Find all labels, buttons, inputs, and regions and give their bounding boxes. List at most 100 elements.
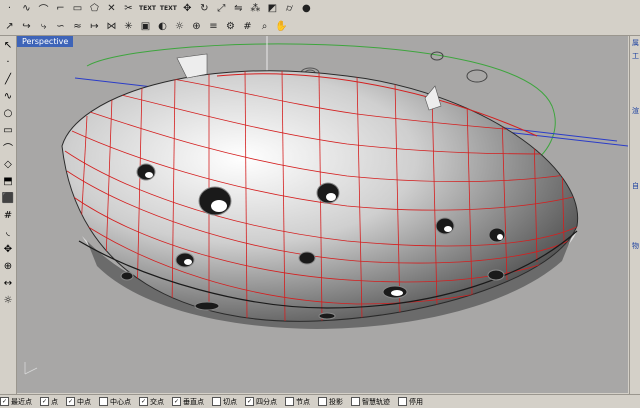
checkbox[interactable]: ✓ bbox=[40, 397, 49, 406]
point-icon[interactable]: · bbox=[2, 1, 17, 16]
bg-hole bbox=[466, 69, 488, 83]
perspective-viewport[interactable]: Perspective bbox=[17, 36, 628, 393]
checkbox[interactable]: ✓ bbox=[172, 397, 181, 406]
snap-label: 投影 bbox=[329, 397, 343, 406]
checkbox[interactable] bbox=[99, 397, 108, 406]
properties-icon[interactable]: ⚙ bbox=[223, 19, 238, 34]
snap-label: 停用 bbox=[409, 397, 423, 406]
snap-intersection[interactable]: ✓ 交点 bbox=[139, 397, 164, 407]
snap-disable[interactable]: 停用 bbox=[398, 397, 423, 407]
render-icon[interactable]: ☼ bbox=[1, 293, 15, 307]
panel-label-render[interactable]: 渲 bbox=[632, 106, 639, 116]
panel-label-object[interactable]: 物 bbox=[632, 241, 639, 251]
snap-tangent[interactable]: 切点 bbox=[212, 397, 237, 407]
snap-label: 交点 bbox=[150, 397, 164, 406]
arc-icon[interactable]: ⌒ bbox=[36, 1, 51, 16]
snap-label: 中心点 bbox=[110, 397, 131, 406]
select-icon[interactable]: ↖ bbox=[1, 38, 15, 52]
top-fin bbox=[176, 53, 208, 79]
pan-icon[interactable]: ✋ bbox=[274, 19, 289, 34]
checkbox[interactable]: ✓ bbox=[0, 397, 9, 406]
blend-icon[interactable]: ∽ bbox=[53, 19, 68, 34]
fillet-icon[interactable]: ◟ bbox=[1, 225, 15, 239]
box-icon[interactable]: ◩ bbox=[265, 1, 280, 16]
trim-icon[interactable]: ✂ bbox=[121, 1, 136, 16]
mirror-icon[interactable]: ⇋ bbox=[231, 1, 246, 16]
polygon-icon[interactable]: ⬠ bbox=[87, 1, 102, 16]
offset-icon[interactable]: ≈ bbox=[70, 19, 85, 34]
dimension-icon[interactable]: ↔ bbox=[1, 276, 15, 290]
checkbox[interactable] bbox=[285, 397, 294, 406]
snap-label: 垂直点 bbox=[183, 397, 204, 406]
sphere-icon[interactable]: ● bbox=[299, 1, 314, 16]
explode-icon[interactable]: ✳ bbox=[121, 19, 136, 34]
zoom-icon[interactable]: ⌕ bbox=[257, 19, 272, 34]
layer-icon[interactable]: ≡ bbox=[206, 19, 221, 34]
move-icon[interactable]: ✥ bbox=[180, 1, 195, 16]
extend-icon[interactable]: ↦ bbox=[87, 19, 102, 34]
checkbox[interactable]: ✓ bbox=[139, 397, 148, 406]
render-icon[interactable]: ☼ bbox=[172, 19, 187, 34]
snap-label: 智慧轨迹 bbox=[362, 397, 390, 406]
checkbox[interactable]: ✓ bbox=[245, 397, 254, 406]
split-icon[interactable]: ✕ bbox=[104, 1, 119, 16]
mesh-icon[interactable]: # bbox=[1, 208, 15, 222]
model-canvas[interactable] bbox=[17, 36, 628, 393]
analyze-icon[interactable]: ⊕ bbox=[189, 19, 204, 34]
snap-near[interactable]: ✓ 最近点 bbox=[0, 397, 32, 407]
curve-fillet-icon[interactable]: ⤷ bbox=[36, 19, 51, 34]
toolbar-top: · ∿ ⌒ ⌐ ▭ ⬠ ✕ ✂ TEXT TEXT ✥ ↻ ⤢ ⇋ ⁂ ◩ ⌭ … bbox=[0, 0, 640, 17]
curve-arc-icon[interactable]: ↪ bbox=[19, 19, 34, 34]
osnap-bar: ✓ 最近点 ✓ 点 ✓ 中点 中心点 ✓ 交点 ✓ 垂直点 切点 ✓ 四分点 节点 投影 智… bbox=[0, 394, 640, 408]
snap-mid[interactable]: ✓ 中点 bbox=[66, 397, 91, 407]
cylinder-icon[interactable]: ⌭ bbox=[282, 1, 297, 16]
extrude-icon[interactable]: ⬒ bbox=[1, 174, 15, 188]
analyze-icon[interactable]: ⊕ bbox=[1, 259, 15, 273]
checkbox[interactable] bbox=[318, 397, 327, 406]
snap-label: 切点 bbox=[223, 397, 237, 406]
panel-label-auto[interactable]: 自 bbox=[632, 181, 639, 191]
snap-label: 中点 bbox=[77, 397, 91, 406]
curve-icon[interactable]: ∿ bbox=[19, 1, 34, 16]
snap-center[interactable]: 中心点 bbox=[99, 397, 131, 407]
surface-icon[interactable]: ◇ bbox=[1, 157, 15, 171]
snap-quad[interactable]: ✓ 四分点 bbox=[245, 397, 277, 407]
curve-point-icon[interactable]: ↗ bbox=[2, 19, 17, 34]
panel-label-tools[interactable]: 工 bbox=[632, 51, 639, 61]
snap-label: 点 bbox=[51, 397, 58, 406]
viewport-title-tab[interactable]: Perspective bbox=[17, 36, 74, 47]
array-icon[interactable]: ⁂ bbox=[248, 1, 263, 16]
rect-icon[interactable]: ▭ bbox=[70, 1, 85, 16]
arc-icon[interactable]: ⌒ bbox=[1, 140, 15, 155]
snap-smarttrack[interactable]: 智慧轨迹 bbox=[351, 397, 390, 407]
panel-label-properties[interactable]: 属 bbox=[632, 38, 639, 48]
world-axis-icon bbox=[24, 362, 38, 375]
solid-icon[interactable]: ⬛ bbox=[1, 191, 15, 205]
text-object-button[interactable]: TEXT bbox=[159, 1, 178, 16]
snap-point[interactable]: ✓ 点 bbox=[40, 397, 58, 407]
snap-label: 最近点 bbox=[11, 397, 32, 406]
mesh-icon[interactable]: # bbox=[240, 19, 255, 34]
boolean-icon[interactable]: ◐ bbox=[155, 19, 170, 34]
right-panel: 属 工 渲 自 物 bbox=[629, 36, 640, 394]
join-icon[interactable]: ⋈ bbox=[104, 19, 119, 34]
polyline-icon[interactable]: ⌐ bbox=[53, 1, 68, 16]
checkbox[interactable] bbox=[212, 397, 221, 406]
snap-project[interactable]: 投影 bbox=[318, 397, 343, 407]
text-button[interactable]: TEXT bbox=[138, 1, 157, 16]
circle-icon[interactable]: ○ bbox=[1, 106, 15, 120]
line-icon[interactable]: ╱ bbox=[1, 72, 15, 86]
group-icon[interactable]: ▣ bbox=[138, 19, 153, 34]
rotate-icon[interactable]: ↻ bbox=[197, 1, 212, 16]
scale-icon[interactable]: ⤢ bbox=[214, 1, 229, 16]
toolbar-secondary: ↗ ↪ ⤷ ∽ ≈ ↦ ⋈ ✳ ▣ ◐ ☼ ⊕ ≡ ⚙ # ⌕ ✋ bbox=[0, 18, 640, 36]
curve-icon[interactable]: ∿ bbox=[1, 89, 15, 103]
transform-icon[interactable]: ✥ bbox=[1, 242, 15, 256]
rectangle-icon[interactable]: ▭ bbox=[1, 123, 15, 137]
checkbox[interactable]: ✓ bbox=[66, 397, 75, 406]
point-icon[interactable]: · bbox=[1, 55, 15, 69]
snap-perpendicular[interactable]: ✓ 垂直点 bbox=[172, 397, 204, 407]
snap-knot[interactable]: 节点 bbox=[285, 397, 310, 407]
checkbox[interactable] bbox=[398, 397, 407, 406]
checkbox[interactable] bbox=[351, 397, 360, 406]
